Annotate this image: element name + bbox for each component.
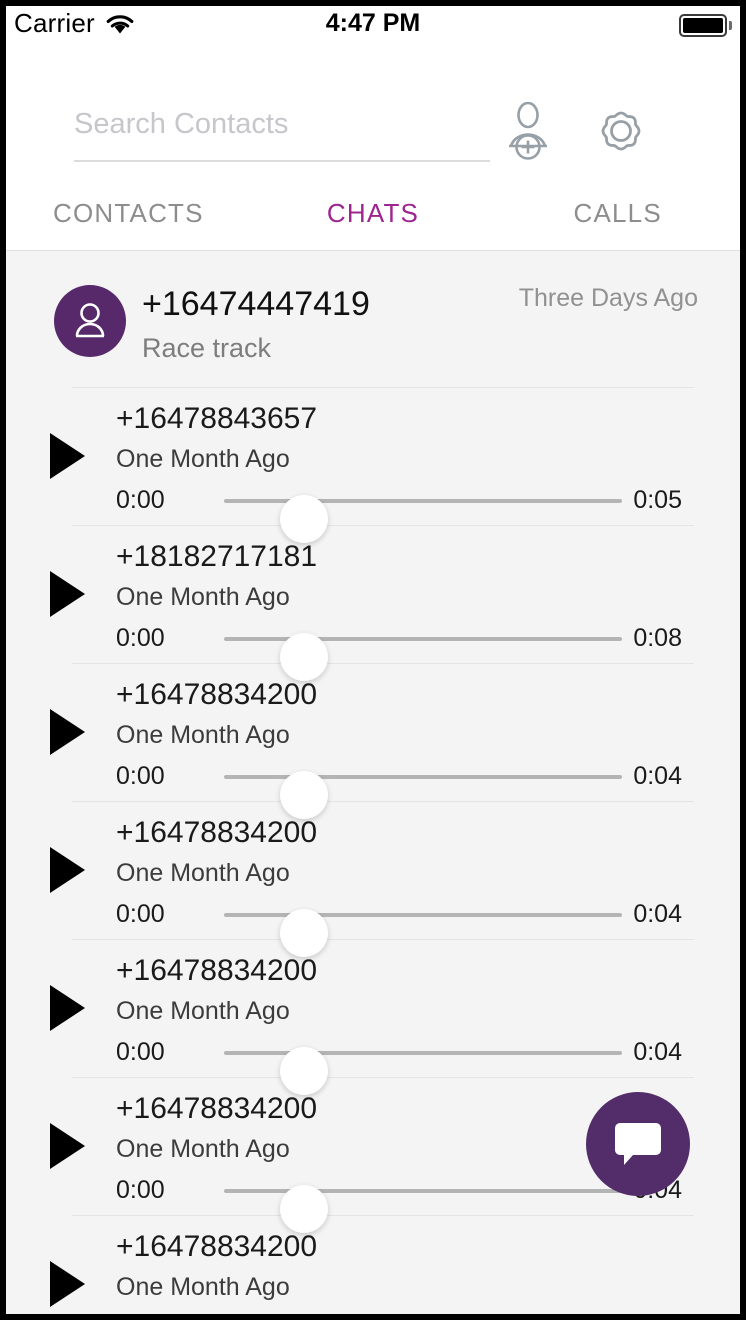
audio-track[interactable] [224, 633, 622, 681]
audio-slider[interactable]: 0:00 0:08 [116, 618, 700, 681]
audio-track[interactable] [224, 1185, 622, 1233]
voice-message-row[interactable]: +16478834200 One Month Ago 0:00 0:04 [6, 802, 740, 957]
battery-icon [679, 14, 732, 37]
audio-duration: 0:08 [633, 624, 682, 652]
audio-current-time: 0:00 [116, 624, 165, 652]
audio-slider[interactable]: 0:00 0:04 [116, 1032, 700, 1095]
audio-track[interactable] [224, 909, 622, 957]
app-header: CONTACTS CHATS CALLS [6, 50, 740, 250]
voice-message-row[interactable]: +16478834200 One Month Ago 0:00 0:04 [6, 940, 740, 1095]
voice-message-time: One Month Ago [116, 1135, 290, 1163]
chat-header-row[interactable]: +16474447419 Race track Three Days Ago [6, 251, 740, 387]
play-icon[interactable] [48, 846, 88, 899]
voice-message-time: One Month Ago [116, 997, 290, 1025]
person-icon [75, 303, 105, 338]
voice-message-number: +16478834200 [116, 1230, 318, 1263]
audio-current-time: 0:00 [116, 1038, 165, 1066]
voice-message-time: One Month Ago [116, 1273, 290, 1301]
audio-track[interactable] [224, 771, 622, 819]
play-icon[interactable] [48, 570, 88, 623]
chat-bubble-icon [615, 1123, 661, 1165]
voice-message-number: +16478843657 [116, 402, 318, 435]
voice-message-row[interactable]: +16478843657 One Month Ago 0:00 0:05 [6, 388, 740, 543]
search-input[interactable] [74, 96, 490, 162]
new-chat-fab[interactable] [586, 1092, 690, 1196]
play-icon[interactable] [48, 1260, 88, 1313]
audio-current-time: 0:00 [116, 762, 165, 790]
play-icon[interactable] [48, 1122, 88, 1175]
voice-message-number: +16478834200 [116, 678, 318, 711]
audio-slider[interactable]: 0:00 0:05 [116, 480, 700, 543]
audio-slider[interactable]: 0:00 0:04 [116, 894, 700, 957]
header-actions [500, 101, 650, 165]
add-contact-icon[interactable] [500, 101, 556, 165]
audio-track[interactable] [224, 1047, 622, 1095]
voice-message-number: +16478834200 [116, 954, 318, 987]
search-row [6, 96, 740, 176]
audio-current-time: 0:00 [116, 1176, 165, 1204]
audio-track[interactable] [224, 495, 622, 543]
voice-message-time: One Month Ago [116, 445, 290, 473]
audio-current-time: 0:00 [116, 486, 165, 514]
voice-message-number: +18182717181 [116, 540, 318, 573]
voice-message-row[interactable]: +16478834200 One Month Ago 0:00 0:04 [6, 664, 740, 819]
voice-message-time: One Month Ago [116, 583, 290, 611]
chat-header-number: +16474447419 [142, 285, 370, 323]
audio-duration: 0:04 [633, 1038, 682, 1066]
tab-contacts[interactable]: CONTACTS [6, 198, 251, 229]
play-icon[interactable] [48, 432, 88, 485]
audio-duration: 0:04 [633, 900, 682, 928]
status-bar-time: 4:47 PM [325, 9, 421, 37]
audio-slider[interactable]: 0:00 0:04 [116, 756, 700, 819]
audio-current-time: 0:00 [116, 900, 165, 928]
tab-calls[interactable]: CALLS [495, 198, 740, 229]
play-icon[interactable] [48, 708, 88, 761]
chat-header-subtitle: Race track [142, 333, 272, 363]
tab-chats[interactable]: CHATS [251, 198, 496, 229]
voice-message-row[interactable]: +16478834200 One Month Ago 0:00 0:04 [6, 1216, 740, 1314]
voice-message-time: One Month Ago [116, 721, 290, 749]
audio-slider[interactable]: 0:00 0:04 [116, 1308, 700, 1314]
phone-screen: Carrier 4:47 PM Search Contacts CONTACTS… [6, 6, 740, 1314]
audio-duration: 0:05 [633, 486, 682, 514]
audio-duration: 0:04 [633, 762, 682, 790]
voice-message-row[interactable]: +18182717181 One Month Ago 0:00 0:08 [6, 526, 740, 681]
tab-bar: CONTACTS CHATS CALLS [6, 198, 740, 229]
chat-list[interactable]: +16474447419 Race track Three Days Ago +… [6, 250, 740, 1314]
play-icon[interactable] [48, 984, 88, 1037]
voice-message-number: +16478834200 [116, 816, 318, 849]
status-bar: Carrier 4:47 PM [6, 6, 740, 50]
voice-message-time: One Month Ago [116, 859, 290, 887]
chat-header-timestamp: Three Days Ago [518, 284, 698, 312]
voice-message-number: +16478834200 [116, 1092, 318, 1125]
settings-gear-icon[interactable] [592, 102, 650, 165]
avatar [54, 285, 126, 357]
